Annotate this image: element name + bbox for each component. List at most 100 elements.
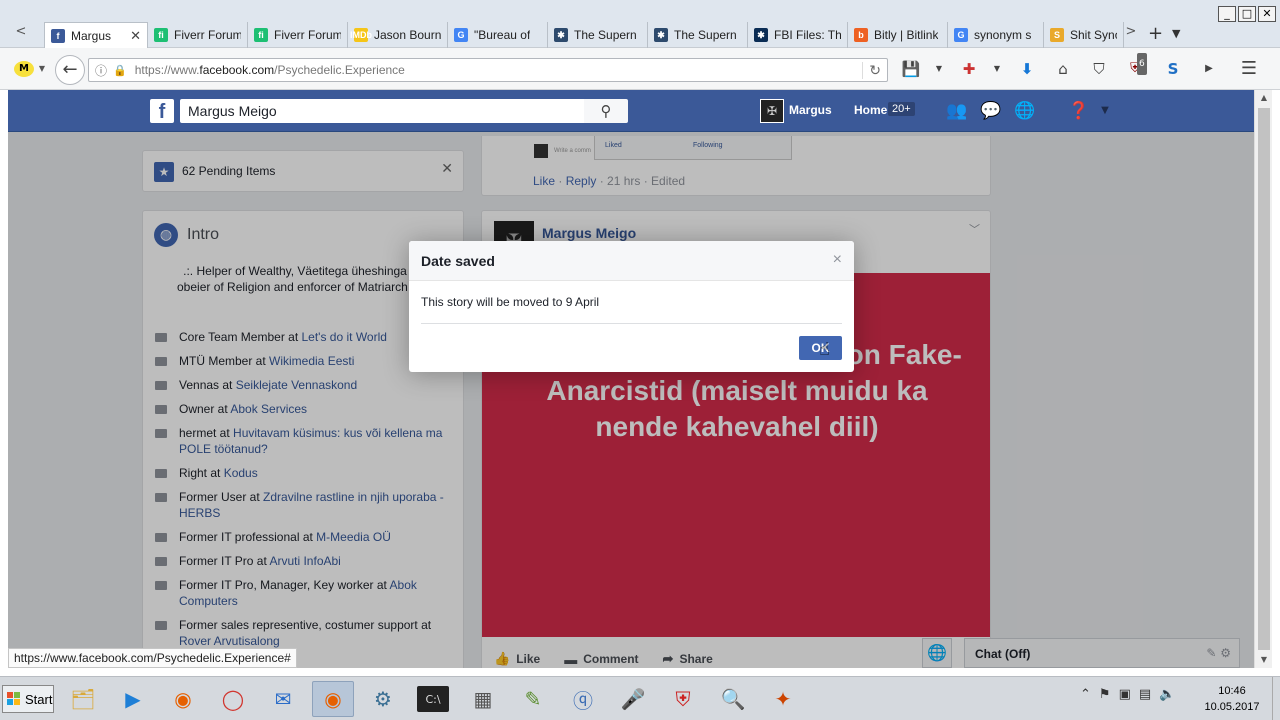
tab-title: Jason Bourne bbox=[374, 28, 441, 42]
back-button[interactable]: ← bbox=[55, 55, 85, 85]
addon-dropdown-icon-2[interactable]: ▼ bbox=[986, 58, 1008, 80]
tab-favicon-icon: IMDb bbox=[350, 28, 372, 42]
ublock-icon[interactable]: ⛨ 6 bbox=[1124, 53, 1147, 80]
firefox-active-icon[interactable]: ◉ bbox=[312, 681, 354, 717]
browser-tab-bar: < f Margus ✕ fi Fiverr Forum fi Fiverr Forum IM… bbox=[0, 0, 1280, 49]
windows-logo-icon bbox=[7, 692, 21, 706]
addon-dropdown-icon[interactable]: ▼ bbox=[36, 59, 48, 79]
tab-title: FBI Files: Th bbox=[774, 28, 841, 42]
clock-date: 10.05.2017 bbox=[1204, 701, 1260, 713]
qbittorrent-icon[interactable]: ⓠ bbox=[562, 681, 604, 717]
clock[interactable]: 10:46 10.05.2017 bbox=[1200, 683, 1264, 715]
tabs-scroll-left-icon[interactable]: < bbox=[14, 22, 28, 42]
tab-list-dropdown-icon[interactable]: ▼ bbox=[1172, 22, 1180, 46]
friend-requests-icon[interactable]: 👥 bbox=[946, 100, 968, 122]
tab-favicon-icon: fi bbox=[154, 28, 168, 42]
tab-title: Bitly | Bitlink bbox=[874, 28, 939, 42]
browser-tab[interactable]: G "Bureau of bbox=[448, 22, 548, 48]
browser-tab[interactable]: Gsynonym s bbox=[948, 22, 1044, 48]
network-icon[interactable]: ▤ bbox=[1139, 687, 1151, 702]
close-window-button[interactable]: ✕ bbox=[1258, 6, 1276, 22]
system-tray: ⌃ ⚑ ▣ ▤ 🔈 bbox=[1080, 687, 1175, 702]
reload-icon[interactable]: ↻ bbox=[862, 61, 881, 79]
first-aid-addon-icon[interactable]: ✚ bbox=[958, 58, 980, 80]
tab-favicon-icon: G bbox=[454, 28, 468, 42]
hamburger-menu-icon[interactable]: ☰ bbox=[1238, 58, 1260, 80]
youtube-addon-icon[interactable]: ▶ bbox=[1198, 58, 1220, 80]
page-scrollbar[interactable]: ▲ ▼ bbox=[1254, 90, 1272, 668]
home-link[interactable]: Home bbox=[854, 103, 887, 117]
skype-addon-icon[interactable]: S bbox=[1162, 58, 1184, 80]
tab-favicon-icon: ✱ bbox=[754, 28, 768, 42]
show-desktop-button[interactable] bbox=[1272, 677, 1280, 720]
thunderbird-icon[interactable]: ✉ bbox=[262, 681, 304, 717]
media-player-icon[interactable]: ▶ bbox=[112, 681, 154, 717]
fb-search-input[interactable]: Margus Meigo bbox=[180, 99, 584, 123]
tab-favicon-icon: ✱ bbox=[654, 28, 668, 42]
windows-taskbar: Start 🗂 ▶ ◉ ◯ ✉ ◉ ⚙ C:\ ▦ ✎ ⓠ 🎤 ⛨ 🔍 ✦ ⌃ … bbox=[0, 676, 1280, 720]
tab-title: Fiverr Forum bbox=[174, 28, 241, 42]
url-domain: facebook.com bbox=[199, 63, 275, 77]
notepad-plus-icon[interactable]: ✎ bbox=[512, 681, 554, 717]
browser-tab[interactable]: S Shit Synon bbox=[1044, 22, 1124, 48]
volume-icon[interactable]: 🔈 bbox=[1159, 687, 1175, 702]
flag-icon[interactable]: ⚑ bbox=[1099, 687, 1111, 702]
site-info-icon[interactable]: ⓘ bbox=[95, 62, 107, 79]
scroll-down-icon[interactable]: ▼ bbox=[1255, 652, 1273, 668]
browser-nav-bar: M ▼ ← ⓘ 🔒 https://www. facebook.com/Psych… bbox=[0, 48, 1280, 90]
save-dropdown-icon[interactable]: ▼ bbox=[928, 58, 950, 80]
scroll-up-icon[interactable]: ▲ bbox=[1255, 90, 1273, 106]
browser-tab[interactable]: fi Fiverr Forum bbox=[148, 22, 248, 48]
tabs-scroll-right-icon[interactable]: > bbox=[1124, 22, 1138, 42]
opera-icon[interactable]: ◯ bbox=[212, 681, 254, 717]
color-tool-icon[interactable]: ✦ bbox=[762, 681, 804, 717]
home-icon[interactable]: ⌂ bbox=[1052, 58, 1074, 80]
new-tab-button[interactable]: + bbox=[1148, 22, 1163, 46]
tray-expand-icon[interactable]: ⌃ bbox=[1080, 687, 1091, 702]
magnifier-search-icon[interactable]: 🔍 bbox=[712, 681, 754, 717]
url-prefix: https://www. bbox=[134, 63, 200, 77]
addon-m-icon[interactable]: M bbox=[14, 61, 34, 77]
help-icon[interactable]: ❓ bbox=[1068, 100, 1090, 122]
profile-link[interactable]: Margus bbox=[789, 103, 832, 117]
shield-security-icon[interactable]: ⛨ bbox=[662, 681, 704, 717]
notifications-globe-icon[interactable]: 🌐 bbox=[1014, 100, 1036, 122]
lock-icon: 🔒 bbox=[113, 64, 127, 77]
fb-search-button[interactable]: ⚲ bbox=[584, 99, 628, 123]
facebook-page: f Margus Meigo ⚲ ✠ Margus Home 20+ 👥 💬 🌐… bbox=[8, 90, 1254, 668]
scrollbar-thumb[interactable] bbox=[1258, 108, 1270, 650]
browser-tab[interactable]: IMDb Jason Bourne bbox=[348, 22, 448, 48]
browser-tab[interactable]: ✱ The Supern bbox=[648, 22, 748, 48]
dialog-close-icon[interactable]: × bbox=[833, 251, 842, 269]
browser-tab[interactable]: fi Fiverr Forum bbox=[248, 22, 348, 48]
minimize-button[interactable]: _ bbox=[1218, 6, 1236, 22]
dialog-header: Date saved bbox=[409, 241, 854, 281]
file-explorer-icon[interactable]: 🗂 bbox=[62, 681, 104, 717]
firefox-icon[interactable]: ◉ bbox=[162, 681, 204, 717]
browser-tab[interactable]: f Margus ✕ bbox=[44, 22, 148, 49]
close-tab-icon[interactable]: ✕ bbox=[126, 28, 141, 44]
account-dropdown-icon[interactable]: ▼ bbox=[1094, 100, 1116, 122]
command-prompt-icon[interactable]: C:\ bbox=[417, 686, 449, 712]
calculator-icon[interactable]: ▦ bbox=[462, 681, 504, 717]
search-icon: ⚲ bbox=[600, 102, 612, 120]
browser-tab[interactable]: ✱ The Supern bbox=[548, 22, 648, 48]
tab-title: The Supern bbox=[674, 28, 737, 42]
microphone-icon[interactable]: 🎤 bbox=[612, 681, 654, 717]
downloads-icon[interactable]: ⬇ bbox=[1016, 58, 1038, 80]
network-tool-icon[interactable]: ⚙ bbox=[362, 681, 404, 717]
tab-title: The Supern bbox=[574, 28, 637, 42]
pocket-icon[interactable]: ⛉ bbox=[1088, 58, 1110, 80]
device-icon[interactable]: ▣ bbox=[1119, 687, 1131, 702]
url-bar[interactable]: ⓘ 🔒 https://www. facebook.com/Psychedelic… bbox=[88, 58, 888, 82]
save-page-icon[interactable]: 💾 bbox=[900, 58, 922, 80]
start-button[interactable]: Start bbox=[2, 685, 54, 713]
browser-tab[interactable]: ✱ FBI Files: Th bbox=[748, 22, 848, 48]
tab-favicon-icon: ✱ bbox=[554, 28, 568, 42]
user-avatar[interactable]: ✠ bbox=[760, 99, 784, 123]
browser-tab[interactable]: b Bitly | Bitlink bbox=[848, 22, 948, 48]
maximize-button[interactable]: □ bbox=[1238, 6, 1256, 22]
link-status-bar: https://www.facebook.com/Psychedelic.Exp… bbox=[8, 648, 297, 668]
messenger-icon[interactable]: 💬 bbox=[980, 100, 1002, 122]
facebook-logo-icon[interactable]: f bbox=[150, 99, 174, 123]
